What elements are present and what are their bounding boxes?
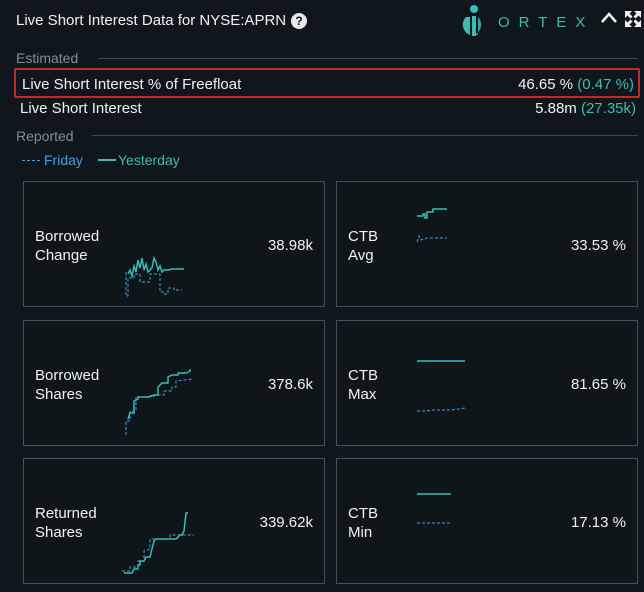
ctb-avg-sparkline: [416, 208, 447, 243]
card-value: 33.53 %: [570, 237, 626, 254]
borrowed-shares-card[interactable]: Borrowed Shares 378.6k: [23, 320, 325, 446]
section-divider: [92, 135, 638, 136]
yesterday-legend-swatch: [98, 159, 116, 161]
chevron-up-icon[interactable]: [600, 10, 618, 26]
value-change: (0.47 %): [577, 76, 634, 93]
friday-legend-swatch: [22, 160, 40, 161]
help-icon[interactable]: ?: [291, 13, 307, 29]
brand-name: ORTEX: [498, 14, 595, 31]
returned-shares-sparkline: [122, 512, 194, 574]
card-label: Borrowed Shares: [35, 367, 100, 403]
value-text: 46.65 %: [518, 76, 574, 93]
ctb-max-card[interactable]: CTB Max 81.65 %: [336, 320, 638, 446]
panel-title: Live Short Interest Data for NYSE:APRN: [16, 12, 287, 29]
card-value: 17.13 %: [570, 514, 626, 531]
card-label: Borrowed Change: [35, 228, 100, 264]
value-text: 5.88m: [535, 100, 577, 117]
value-change: (27.35k): [580, 100, 636, 117]
ctb-max-sparkline: [417, 360, 466, 412]
borrowed-change-card[interactable]: Borrowed Change 38.98k: [23, 181, 325, 307]
panel-header: Live Short Interest Data for NYSE:APRN ?…: [0, 0, 644, 44]
card-label: CTB Avg: [348, 228, 378, 264]
borrowed-shares-sparkline: [125, 369, 193, 435]
row-label: Live Short Interest % of Freefloat: [22, 76, 242, 93]
reported-section-label: Reported: [16, 128, 74, 144]
card-value: 339.62k: [259, 514, 313, 531]
yesterday-legend-label: Yesterday: [118, 152, 180, 168]
row-value: 5.88m (27.35k): [535, 100, 636, 117]
ctb-avg-card[interactable]: CTB Avg 33.53 %: [336, 181, 638, 307]
friday-legend-label: Friday: [44, 152, 83, 168]
card-label: CTB Max: [348, 367, 378, 403]
returned-shares-card[interactable]: Returned Shares 339.62k: [23, 458, 325, 584]
row-label: Live Short Interest: [20, 100, 142, 117]
card-label: CTB Min: [348, 505, 378, 541]
estimated-section-label: Estimated: [16, 50, 79, 66]
ortex-logo-icon: [462, 5, 482, 36]
card-value: 38.98k: [267, 237, 313, 254]
card-value: 81.65 %: [570, 376, 626, 393]
borrowed-change-sparkline: [125, 255, 184, 297]
row-value: 46.65 % (0.47 %): [518, 76, 634, 93]
ctb-min-card[interactable]: CTB Min 17.13 %: [336, 458, 638, 584]
ctb-min-sparkline: [417, 493, 451, 524]
section-divider: [98, 58, 638, 59]
live-short-interest-row[interactable]: Live Short Interest 5.88m (27.35k): [14, 94, 640, 124]
card-value: 378.6k: [267, 376, 313, 393]
card-label: Returned Shares: [35, 505, 97, 541]
expand-arrows-icon[interactable]: [624, 10, 642, 28]
